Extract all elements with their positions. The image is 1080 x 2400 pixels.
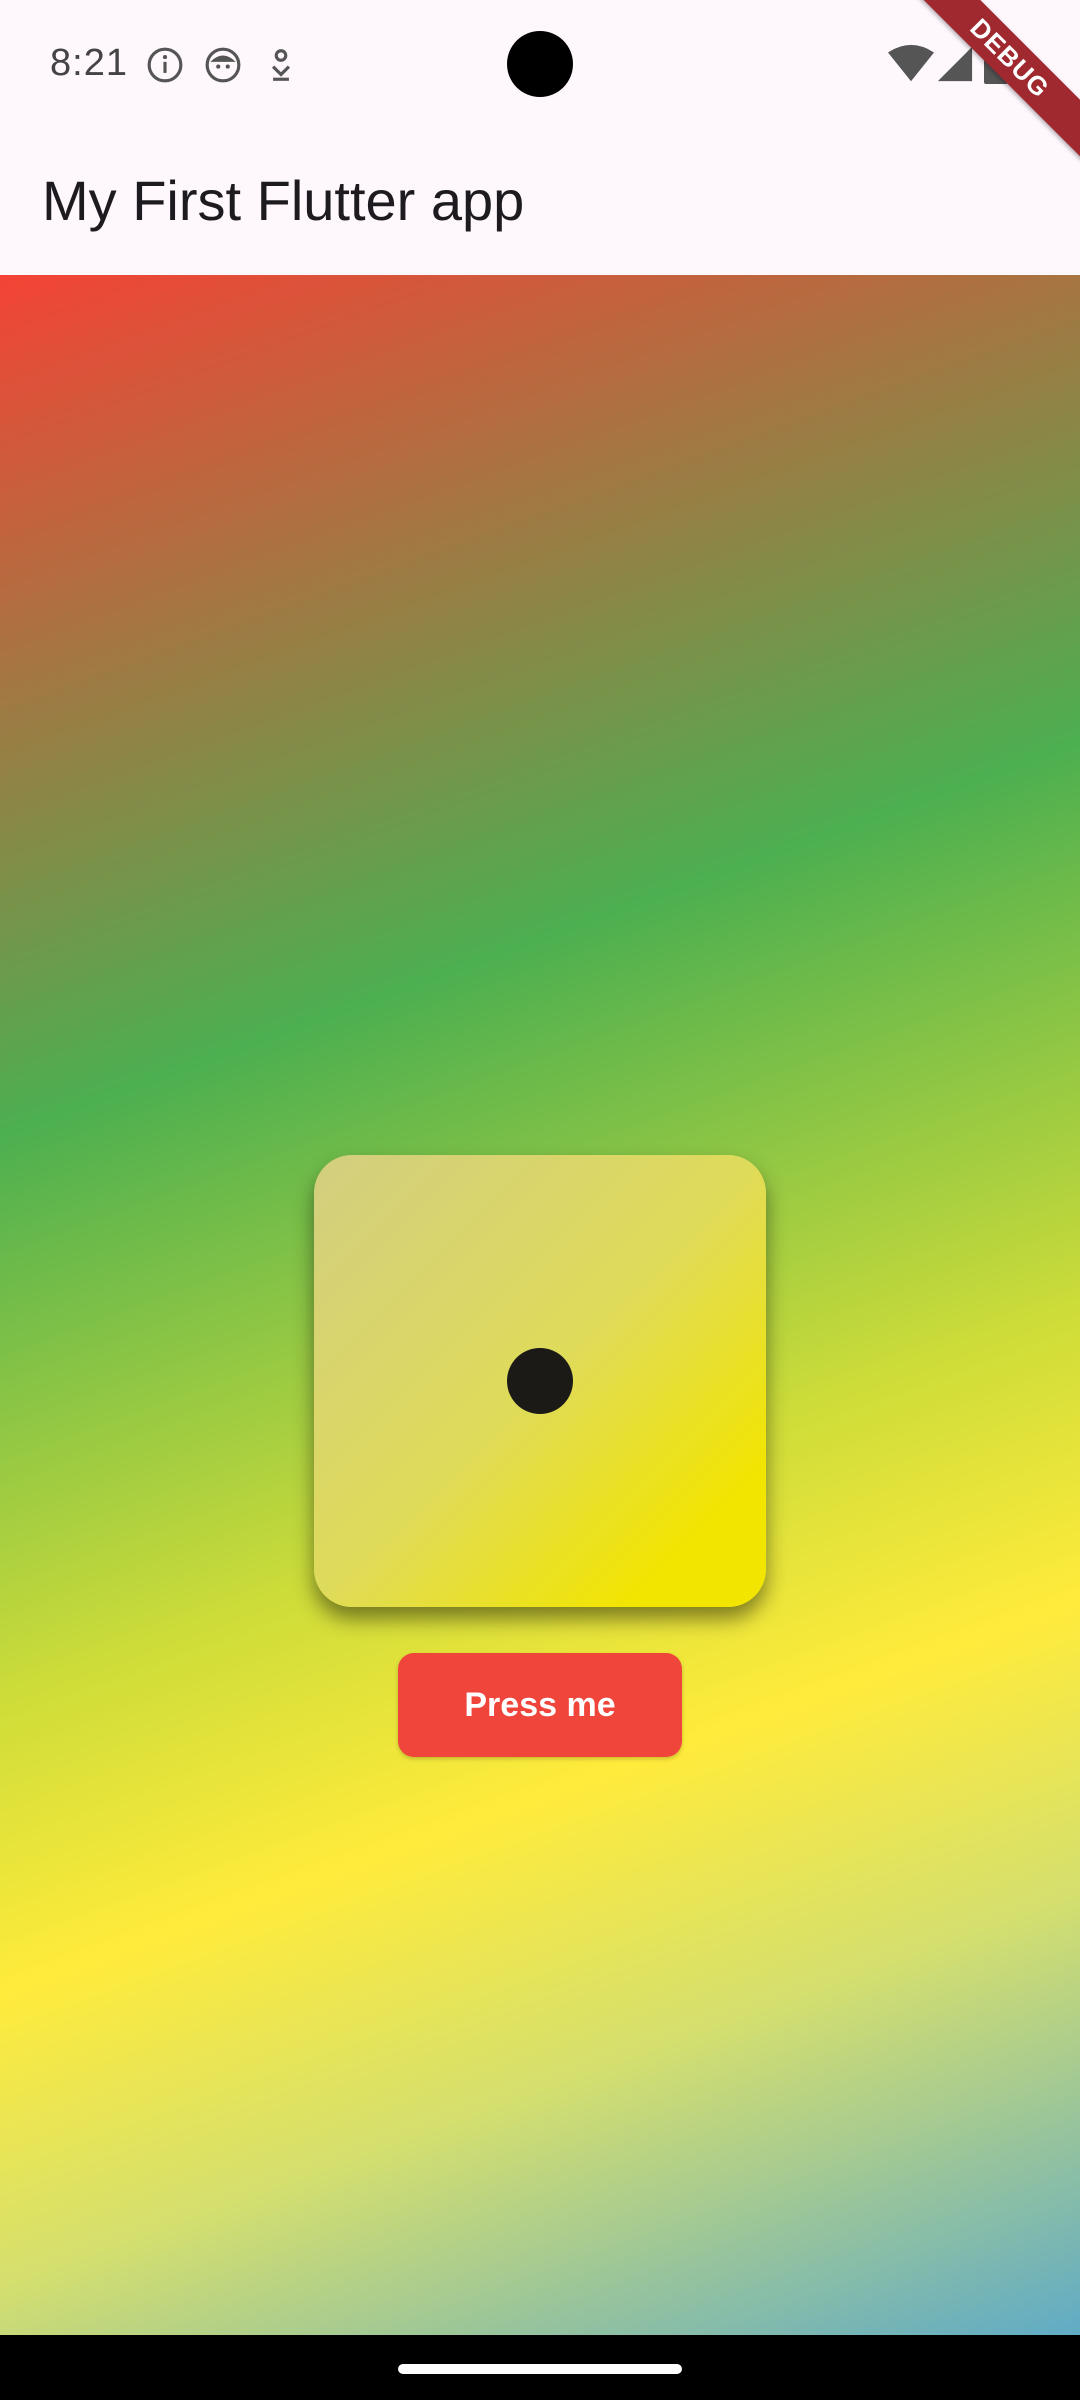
home-gesture-handle[interactable] (398, 2364, 682, 2374)
dice-face (314, 1155, 766, 1607)
info-icon (147, 47, 183, 83)
status-time: 8:21 (50, 42, 128, 84)
dice-pip (507, 1348, 573, 1414)
wifi-icon (888, 44, 934, 82)
press-me-button[interactable]: Press me (398, 1653, 682, 1757)
download-icon (271, 49, 291, 81)
app-title: My First Flutter app (42, 169, 525, 232)
app-screen: 8:21 DEBUG My First Flutter app Press me (0, 0, 1080, 2400)
camera-cutout (507, 31, 573, 97)
signal-icon (937, 46, 973, 82)
face-icon (205, 47, 241, 83)
navigation-bar (0, 2335, 1080, 2400)
app-bar: My First Flutter app (0, 130, 1080, 275)
status-bar: 8:21 (0, 0, 1080, 130)
